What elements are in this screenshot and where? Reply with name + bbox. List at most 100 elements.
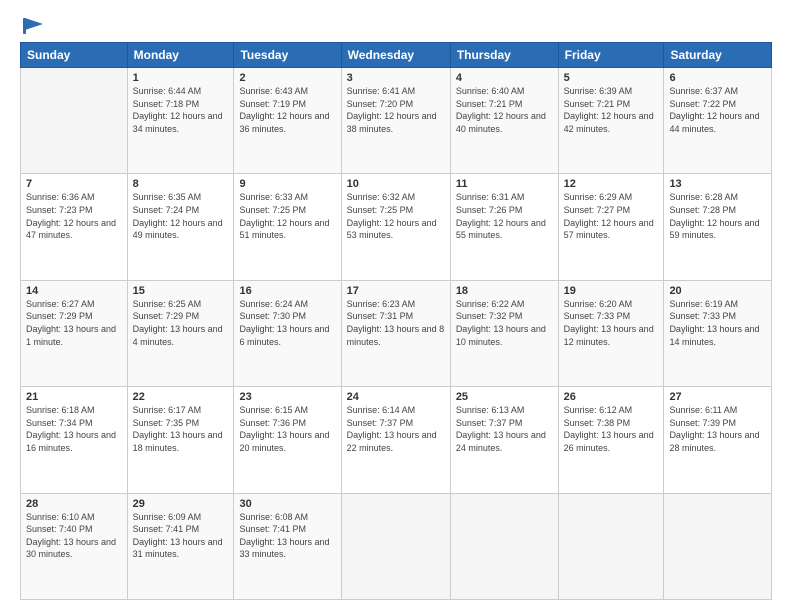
- calendar-cell: 6Sunrise: 6:37 AMSunset: 7:22 PMDaylight…: [664, 68, 772, 174]
- day-number: 3: [347, 72, 445, 84]
- calendar-cell: 13Sunrise: 6:28 AMSunset: 7:28 PMDayligh…: [664, 174, 772, 280]
- calendar-week-5: 28Sunrise: 6:10 AMSunset: 7:40 PMDayligh…: [21, 493, 772, 599]
- calendar-cell: 26Sunrise: 6:12 AMSunset: 7:38 PMDayligh…: [558, 387, 664, 493]
- calendar-cell: 2Sunrise: 6:43 AMSunset: 7:19 PMDaylight…: [234, 68, 341, 174]
- calendar-cell: 21Sunrise: 6:18 AMSunset: 7:34 PMDayligh…: [21, 387, 128, 493]
- day-number: 15: [133, 285, 229, 297]
- logo-flag-icon: [21, 16, 45, 36]
- calendar-cell: 19Sunrise: 6:20 AMSunset: 7:33 PMDayligh…: [558, 280, 664, 386]
- calendar-cell: 27Sunrise: 6:11 AMSunset: 7:39 PMDayligh…: [664, 387, 772, 493]
- day-info: Sunrise: 6:23 AMSunset: 7:31 PMDaylight:…: [347, 298, 445, 348]
- day-number: 6: [669, 72, 766, 84]
- day-header-thursday: Thursday: [450, 43, 558, 68]
- day-number: 20: [669, 285, 766, 297]
- calendar-table: SundayMondayTuesdayWednesdayThursdayFrid…: [20, 42, 772, 600]
- day-info: Sunrise: 6:22 AMSunset: 7:32 PMDaylight:…: [456, 298, 553, 348]
- day-info: Sunrise: 6:41 AMSunset: 7:20 PMDaylight:…: [347, 85, 445, 135]
- day-info: Sunrise: 6:43 AMSunset: 7:19 PMDaylight:…: [239, 85, 335, 135]
- calendar-cell: 16Sunrise: 6:24 AMSunset: 7:30 PMDayligh…: [234, 280, 341, 386]
- calendar-cell: 3Sunrise: 6:41 AMSunset: 7:20 PMDaylight…: [341, 68, 450, 174]
- calendar-cell: 25Sunrise: 6:13 AMSunset: 7:37 PMDayligh…: [450, 387, 558, 493]
- day-info: Sunrise: 6:24 AMSunset: 7:30 PMDaylight:…: [239, 298, 335, 348]
- day-number: 21: [26, 391, 122, 403]
- day-number: 30: [239, 498, 335, 510]
- day-info: Sunrise: 6:27 AMSunset: 7:29 PMDaylight:…: [26, 298, 122, 348]
- day-number: 25: [456, 391, 553, 403]
- day-info: Sunrise: 6:14 AMSunset: 7:37 PMDaylight:…: [347, 404, 445, 454]
- day-info: Sunrise: 6:29 AMSunset: 7:27 PMDaylight:…: [564, 191, 659, 241]
- day-header-sunday: Sunday: [21, 43, 128, 68]
- calendar-cell: 18Sunrise: 6:22 AMSunset: 7:32 PMDayligh…: [450, 280, 558, 386]
- calendar-cell: [558, 493, 664, 599]
- day-number: 23: [239, 391, 335, 403]
- day-info: Sunrise: 6:39 AMSunset: 7:21 PMDaylight:…: [564, 85, 659, 135]
- calendar-week-2: 7Sunrise: 6:36 AMSunset: 7:23 PMDaylight…: [21, 174, 772, 280]
- calendar-week-4: 21Sunrise: 6:18 AMSunset: 7:34 PMDayligh…: [21, 387, 772, 493]
- calendar-cell: 11Sunrise: 6:31 AMSunset: 7:26 PMDayligh…: [450, 174, 558, 280]
- day-info: Sunrise: 6:25 AMSunset: 7:29 PMDaylight:…: [133, 298, 229, 348]
- day-info: Sunrise: 6:33 AMSunset: 7:25 PMDaylight:…: [239, 191, 335, 241]
- day-info: Sunrise: 6:09 AMSunset: 7:41 PMDaylight:…: [133, 511, 229, 561]
- calendar-cell: 12Sunrise: 6:29 AMSunset: 7:27 PMDayligh…: [558, 174, 664, 280]
- day-info: Sunrise: 6:13 AMSunset: 7:37 PMDaylight:…: [456, 404, 553, 454]
- day-number: 27: [669, 391, 766, 403]
- day-info: Sunrise: 6:32 AMSunset: 7:25 PMDaylight:…: [347, 191, 445, 241]
- day-info: Sunrise: 6:17 AMSunset: 7:35 PMDaylight:…: [133, 404, 229, 454]
- logo: [20, 16, 45, 32]
- day-number: 29: [133, 498, 229, 510]
- day-number: 19: [564, 285, 659, 297]
- calendar-cell: 30Sunrise: 6:08 AMSunset: 7:41 PMDayligh…: [234, 493, 341, 599]
- day-info: Sunrise: 6:12 AMSunset: 7:38 PMDaylight:…: [564, 404, 659, 454]
- calendar-week-3: 14Sunrise: 6:27 AMSunset: 7:29 PMDayligh…: [21, 280, 772, 386]
- calendar-cell: 8Sunrise: 6:35 AMSunset: 7:24 PMDaylight…: [127, 174, 234, 280]
- day-info: Sunrise: 6:31 AMSunset: 7:26 PMDaylight:…: [456, 191, 553, 241]
- calendar-cell: 9Sunrise: 6:33 AMSunset: 7:25 PMDaylight…: [234, 174, 341, 280]
- calendar-cell: 24Sunrise: 6:14 AMSunset: 7:37 PMDayligh…: [341, 387, 450, 493]
- day-header-saturday: Saturday: [664, 43, 772, 68]
- calendar-cell: 14Sunrise: 6:27 AMSunset: 7:29 PMDayligh…: [21, 280, 128, 386]
- calendar-cell: 10Sunrise: 6:32 AMSunset: 7:25 PMDayligh…: [341, 174, 450, 280]
- day-number: 17: [347, 285, 445, 297]
- calendar-cell: 17Sunrise: 6:23 AMSunset: 7:31 PMDayligh…: [341, 280, 450, 386]
- day-number: 13: [669, 178, 766, 190]
- calendar-cell: 1Sunrise: 6:44 AMSunset: 7:18 PMDaylight…: [127, 68, 234, 174]
- day-number: 4: [456, 72, 553, 84]
- day-info: Sunrise: 6:35 AMSunset: 7:24 PMDaylight:…: [133, 191, 229, 241]
- day-number: 14: [26, 285, 122, 297]
- day-info: Sunrise: 6:20 AMSunset: 7:33 PMDaylight:…: [564, 298, 659, 348]
- day-info: Sunrise: 6:44 AMSunset: 7:18 PMDaylight:…: [133, 85, 229, 135]
- day-number: 9: [239, 178, 335, 190]
- day-number: 24: [347, 391, 445, 403]
- day-info: Sunrise: 6:08 AMSunset: 7:41 PMDaylight:…: [239, 511, 335, 561]
- day-header-wednesday: Wednesday: [341, 43, 450, 68]
- page-header: [20, 16, 772, 32]
- calendar-cell: 28Sunrise: 6:10 AMSunset: 7:40 PMDayligh…: [21, 493, 128, 599]
- day-number: 11: [456, 178, 553, 190]
- day-info: Sunrise: 6:18 AMSunset: 7:34 PMDaylight:…: [26, 404, 122, 454]
- calendar-cell: [664, 493, 772, 599]
- calendar-cell: 5Sunrise: 6:39 AMSunset: 7:21 PMDaylight…: [558, 68, 664, 174]
- day-number: 2: [239, 72, 335, 84]
- day-info: Sunrise: 6:40 AMSunset: 7:21 PMDaylight:…: [456, 85, 553, 135]
- calendar-cell: [450, 493, 558, 599]
- day-info: Sunrise: 6:10 AMSunset: 7:40 PMDaylight:…: [26, 511, 122, 561]
- calendar-header-row: SundayMondayTuesdayWednesdayThursdayFrid…: [21, 43, 772, 68]
- day-number: 28: [26, 498, 122, 510]
- calendar-cell: 29Sunrise: 6:09 AMSunset: 7:41 PMDayligh…: [127, 493, 234, 599]
- day-number: 16: [239, 285, 335, 297]
- calendar-cell: 4Sunrise: 6:40 AMSunset: 7:21 PMDaylight…: [450, 68, 558, 174]
- day-info: Sunrise: 6:11 AMSunset: 7:39 PMDaylight:…: [669, 404, 766, 454]
- calendar-cell: 23Sunrise: 6:15 AMSunset: 7:36 PMDayligh…: [234, 387, 341, 493]
- day-number: 22: [133, 391, 229, 403]
- day-number: 7: [26, 178, 122, 190]
- day-info: Sunrise: 6:19 AMSunset: 7:33 PMDaylight:…: [669, 298, 766, 348]
- day-info: Sunrise: 6:36 AMSunset: 7:23 PMDaylight:…: [26, 191, 122, 241]
- day-number: 1: [133, 72, 229, 84]
- day-number: 5: [564, 72, 659, 84]
- day-header-tuesday: Tuesday: [234, 43, 341, 68]
- day-number: 12: [564, 178, 659, 190]
- day-number: 8: [133, 178, 229, 190]
- day-number: 10: [347, 178, 445, 190]
- calendar-week-1: 1Sunrise: 6:44 AMSunset: 7:18 PMDaylight…: [21, 68, 772, 174]
- day-header-monday: Monday: [127, 43, 234, 68]
